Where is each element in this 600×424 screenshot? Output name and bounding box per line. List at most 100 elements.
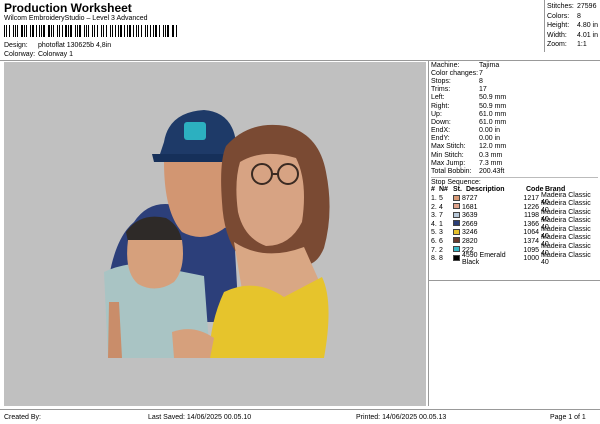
- machine-info-value: 0.3 mm: [479, 151, 503, 159]
- machine-info-value: 61.0 mm: [479, 118, 507, 126]
- machine-info-label: Left:: [431, 94, 445, 102]
- barcode-bar: [147, 25, 148, 37]
- row-number: 6.: [431, 237, 437, 245]
- barcode-bar: [39, 25, 40, 37]
- barcode-bar: [136, 25, 138, 37]
- barcode-bar: [167, 25, 169, 37]
- thread-code-description: 2820: [462, 238, 522, 245]
- design-label: Design:: [4, 42, 28, 49]
- machine-info-row: EndY: 0.00 in: [431, 135, 598, 143]
- barcode-bar: [23, 25, 25, 37]
- stat-value: 1:1: [577, 41, 587, 49]
- stitch-count: 1064: [523, 229, 539, 237]
- machine-info-value: 0.00 in: [479, 127, 501, 135]
- design-preview: [4, 62, 426, 406]
- stop-sequence-title: Stop Sequence:: [431, 176, 598, 186]
- barcode-bar: [123, 25, 125, 37]
- machine-info-row: Right: 50.9 mm: [431, 102, 598, 110]
- barcode-bar: [164, 25, 166, 37]
- thread-code: 3246: [462, 229, 478, 237]
- machine-info-label: Up:: [431, 110, 442, 118]
- colorway-value: Colorway 1: [37, 51, 73, 58]
- barcode-bar: [30, 25, 32, 37]
- machine-info-panel: Machine: Tajima Color changes: 7 Stops: 8 Trim…: [428, 60, 600, 406]
- design-row: Design: photoflat 130625b 4,8in: [4, 42, 111, 49]
- barcode-bar: [8, 25, 10, 37]
- row-number: 2.: [431, 203, 437, 211]
- stitch-count: 1095: [523, 246, 539, 254]
- col-number: #: [431, 186, 435, 194]
- page-title: Production Worksheet: [4, 1, 132, 15]
- machine-info-value: 200.43ft: [479, 168, 505, 176]
- stat-row: Width: 4.01 in: [547, 31, 598, 41]
- machine-info-row: Total Bobbin: 200.43ft: [431, 167, 598, 175]
- barcode-bar: [35, 25, 37, 37]
- stat-label: Colors:: [547, 12, 570, 20]
- machine-info-value: 7.3 mm: [479, 159, 503, 167]
- barcode-bar: [149, 25, 151, 37]
- barcode-bar: [67, 25, 69, 37]
- machine-info-label: EndY:: [431, 135, 450, 143]
- barcode-bar: [93, 25, 95, 37]
- color-swatch: [453, 254, 462, 263]
- barcode-bar: [128, 25, 131, 37]
- printed-date: Printed: 14/06/2025 00.05.13: [356, 414, 447, 421]
- barcode-bar: [53, 25, 54, 37]
- stitch-count: 1226: [523, 203, 539, 211]
- thread-code: 2820: [462, 237, 478, 245]
- machine-info-label: Max Stitch:: [431, 143, 466, 151]
- barcode-bar: [56, 25, 59, 37]
- barcode-bar: [12, 25, 14, 37]
- thread-code: 2669: [462, 220, 478, 228]
- needle-number: 8: [439, 255, 443, 263]
- barcode-bar: [96, 25, 98, 37]
- barcode-bar: [76, 25, 78, 37]
- machine-info-value: 12.0 mm: [479, 143, 507, 151]
- barcode-bar: [114, 25, 116, 37]
- barcode-bar: [111, 25, 113, 37]
- barcode-bar: [173, 25, 174, 37]
- row-number: 1.: [431, 195, 437, 203]
- barcode-bar: [106, 25, 107, 37]
- last-saved: Last Saved: 14/06/2025 00.05.10: [148, 414, 252, 421]
- barcode-bar: [100, 25, 103, 37]
- thread-code: 4590: [462, 251, 478, 259]
- needle-number: 5: [439, 195, 443, 203]
- machine-info-value: 8: [479, 77, 483, 85]
- stat-label: Width:: [547, 31, 567, 39]
- stop-sequence-row: 8. 8 4590 Emerald Black 1000 Madeira Classic…: [431, 252, 598, 266]
- panel-divider: [429, 280, 600, 281]
- barcode-bar: [88, 25, 90, 37]
- color-swatch: [453, 246, 462, 254]
- thread-code-description: 4590 Emerald Black: [462, 252, 522, 266]
- needle-number: 6: [439, 237, 443, 245]
- machine-info-row: Down: 61.0 mm: [431, 118, 598, 126]
- color-swatch: [453, 194, 462, 203]
- barcode-bar: [158, 25, 161, 37]
- needle-number: 4: [439, 203, 443, 211]
- color-swatch: [453, 211, 462, 220]
- stitch-count: 1000: [523, 255, 539, 263]
- row-number: 4.: [431, 220, 437, 228]
- col-stitches: St.: [453, 186, 462, 194]
- col-needle: N#: [439, 186, 448, 194]
- stat-row: Zoom: 1:1: [547, 40, 598, 50]
- machine-info-row: Min Stitch: 0.3 mm: [431, 151, 598, 159]
- needle-number: 3: [439, 229, 443, 237]
- machine-info-row: Machine: Tajima: [431, 61, 598, 69]
- barcode-bar: [70, 25, 73, 37]
- barcode-bar: [43, 25, 45, 37]
- color-swatch: [453, 203, 462, 211]
- stat-row: Stitches: 27596: [547, 2, 598, 12]
- stitch-count: 1374: [523, 237, 539, 245]
- barcode-bar: [175, 25, 178, 37]
- barcode-bar: [171, 25, 173, 37]
- barcode-bar: [6, 25, 7, 37]
- barcode-bar: [40, 25, 42, 37]
- thread-code-description: 3639: [462, 212, 522, 219]
- stat-row: Height: 4.80 in: [547, 21, 598, 31]
- barcode-bar: [79, 25, 81, 37]
- barcode-bar: [17, 25, 18, 37]
- stat-label: Zoom:: [547, 41, 567, 49]
- barcode-bar: [32, 25, 34, 37]
